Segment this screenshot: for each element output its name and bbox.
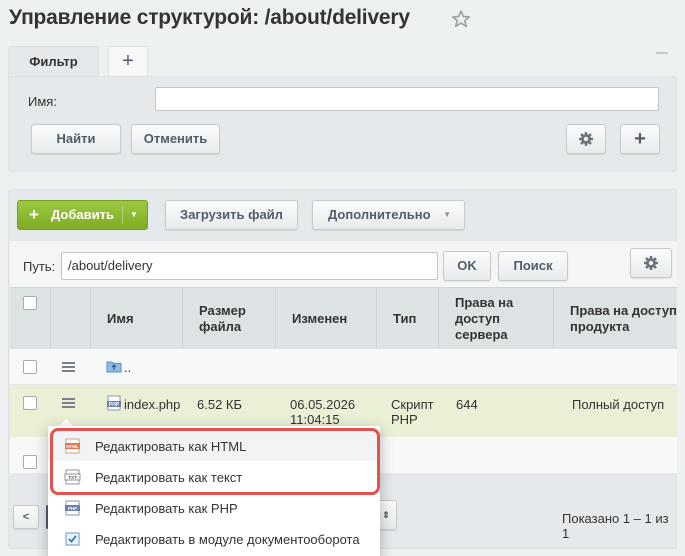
column-header-size[interactable]: Размер файла	[182, 288, 275, 350]
filter-add-button[interactable]: +	[620, 124, 660, 154]
php-file-icon: PHP	[107, 395, 121, 411]
upload-file-button[interactable]: Загрузить файл	[165, 200, 298, 230]
svg-text:HTML: HTML	[66, 444, 79, 449]
txt-icon: TXT	[64, 469, 81, 485]
menu-icon[interactable]	[62, 362, 75, 372]
path-bar: Путь: /about/delivery OK Поиск	[10, 241, 677, 287]
page-title: Управление структурой: /about/delivery	[9, 6, 410, 29]
find-button[interactable]: Найти	[31, 124, 121, 154]
folder-up-icon[interactable]	[106, 359, 122, 373]
chevron-down-icon: ▼	[443, 210, 451, 219]
menu-item-edit-text[interactable]: TXT Редактировать как текст	[48, 462, 380, 492]
more-button-label: Дополнительно	[328, 207, 431, 222]
menu-item-label: Редактировать как HTML	[95, 439, 247, 454]
add-button-label: Добавить	[51, 207, 114, 222]
file-name[interactable]: index.php	[124, 397, 180, 412]
server-access: 644	[456, 397, 478, 412]
row-checkbox[interactable]	[23, 360, 37, 374]
filter-name-label: Имя:	[28, 94, 57, 109]
grid-settings-button[interactable]	[630, 248, 672, 278]
ok-button[interactable]: OK	[443, 251, 491, 281]
header-actions-cell	[50, 288, 90, 350]
tab-filter[interactable]: Фильтр	[8, 46, 99, 76]
add-button[interactable]: + Добавить ▼	[17, 200, 148, 230]
svg-text:PHP: PHP	[68, 506, 77, 511]
plus-icon: +	[29, 205, 39, 224]
path-input[interactable]: /about/delivery	[61, 252, 438, 280]
product-access: Полный доступ	[572, 397, 665, 412]
column-header-product-access[interactable]: Права на доступ продукта	[553, 288, 677, 350]
tab-add-button[interactable]: +	[108, 46, 148, 76]
file-type: Скрипт PHP	[391, 397, 434, 427]
html-icon: HTML	[65, 438, 80, 454]
column-header-modified[interactable]: Изменен	[275, 288, 376, 350]
row-checkbox[interactable]	[23, 455, 37, 469]
cancel-button[interactable]: Отменить	[131, 124, 220, 154]
menu-item-edit-html[interactable]: HTML Редактировать как HTML	[48, 431, 380, 461]
menu-item-label: Редактировать как текст	[95, 470, 243, 485]
menu-item-edit-php[interactable]: PHP Редактировать как PHP	[48, 493, 380, 523]
column-header-name[interactable]: Имя	[90, 288, 182, 350]
pager-prev-button[interactable]: <	[13, 505, 39, 529]
file-name[interactable]: ..	[124, 360, 131, 375]
column-header-server-access[interactable]: Права на доступ сервера	[438, 288, 553, 350]
svg-text:TXT: TXT	[68, 475, 77, 480]
filter-settings-button[interactable]	[566, 124, 606, 154]
search-button[interactable]: Поиск	[498, 251, 568, 281]
add-button-divider	[122, 206, 123, 224]
chevron-down-icon[interactable]: ▼	[130, 201, 138, 229]
workflow-icon	[65, 532, 80, 546]
menu-item-label: Редактировать в модуле документооборота	[95, 532, 360, 547]
star-icon[interactable]	[451, 9, 471, 29]
row-checkbox[interactable]	[23, 396, 37, 410]
column-header-type[interactable]: Тип	[376, 288, 438, 350]
svg-text:PHP: PHP	[109, 402, 120, 408]
filter-name-input[interactable]	[155, 87, 659, 111]
path-label: Путь:	[23, 259, 56, 274]
gear-icon	[644, 256, 658, 270]
table-row[interactable]: ..	[10, 349, 677, 385]
gear-icon	[579, 132, 593, 146]
more-button[interactable]: Дополнительно ▼	[312, 200, 465, 230]
shown-count: Показано 1 – 1 из 1	[562, 511, 669, 541]
file-modified: 06.05.2026 11:04:15	[290, 397, 356, 427]
php-icon: PHP	[65, 500, 80, 516]
filter-collapse-icon[interactable]	[656, 52, 668, 54]
menu-item-edit-workflow[interactable]: Редактировать в модуле документооборота	[48, 524, 380, 554]
context-menu: HTML Редактировать как HTML TXT Редактир…	[48, 426, 380, 556]
menu-item-label: Редактировать как PHP	[95, 501, 238, 516]
filter-panel: Имя: Найти Отменить +	[8, 76, 677, 172]
header-select-cell	[10, 288, 50, 350]
table-header: Имя Размер файла Изменен Тип Права на до…	[10, 287, 677, 350]
menu-icon[interactable]	[62, 398, 75, 408]
select-all-checkbox[interactable]	[23, 296, 37, 310]
file-size: 6.52 КБ	[197, 397, 243, 412]
